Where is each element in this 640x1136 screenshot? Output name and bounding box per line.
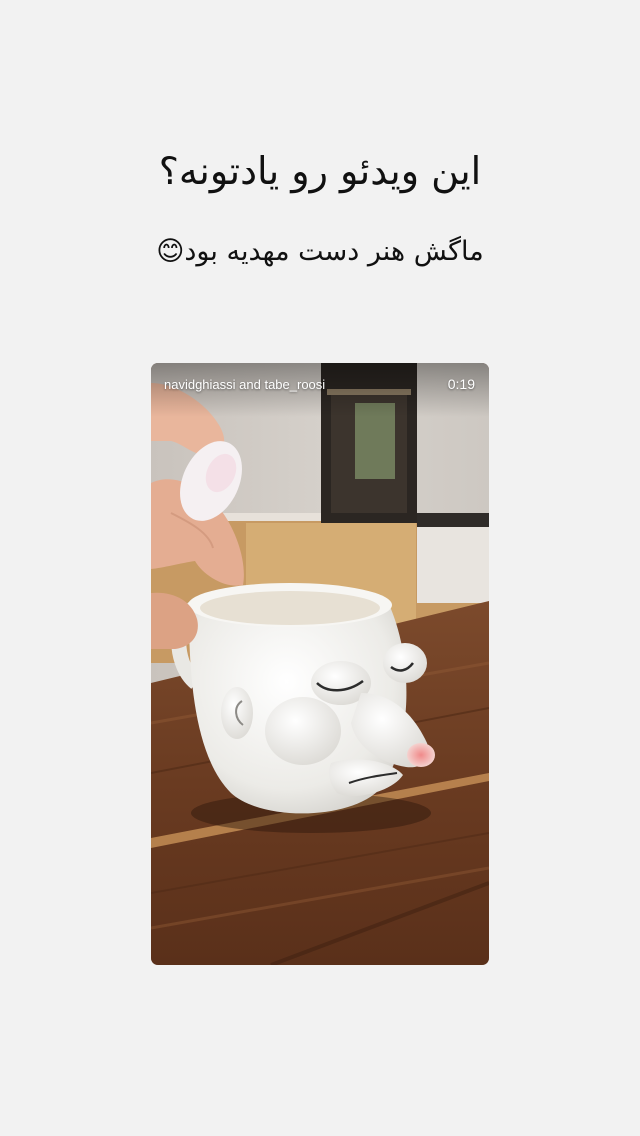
- video-player[interactable]: navidghiassi and tabe_roosi 0:19: [151, 363, 489, 965]
- story-headline: این ویدئو رو یادتونه؟: [158, 149, 482, 193]
- story-caption: ماگش هنر دست مهدیه بود😊: [156, 236, 484, 267]
- video-credit[interactable]: navidghiassi and tabe_roosi: [164, 377, 325, 392]
- video-frame-face-mug: [151, 363, 489, 965]
- video-duration: 0:19: [447, 376, 475, 392]
